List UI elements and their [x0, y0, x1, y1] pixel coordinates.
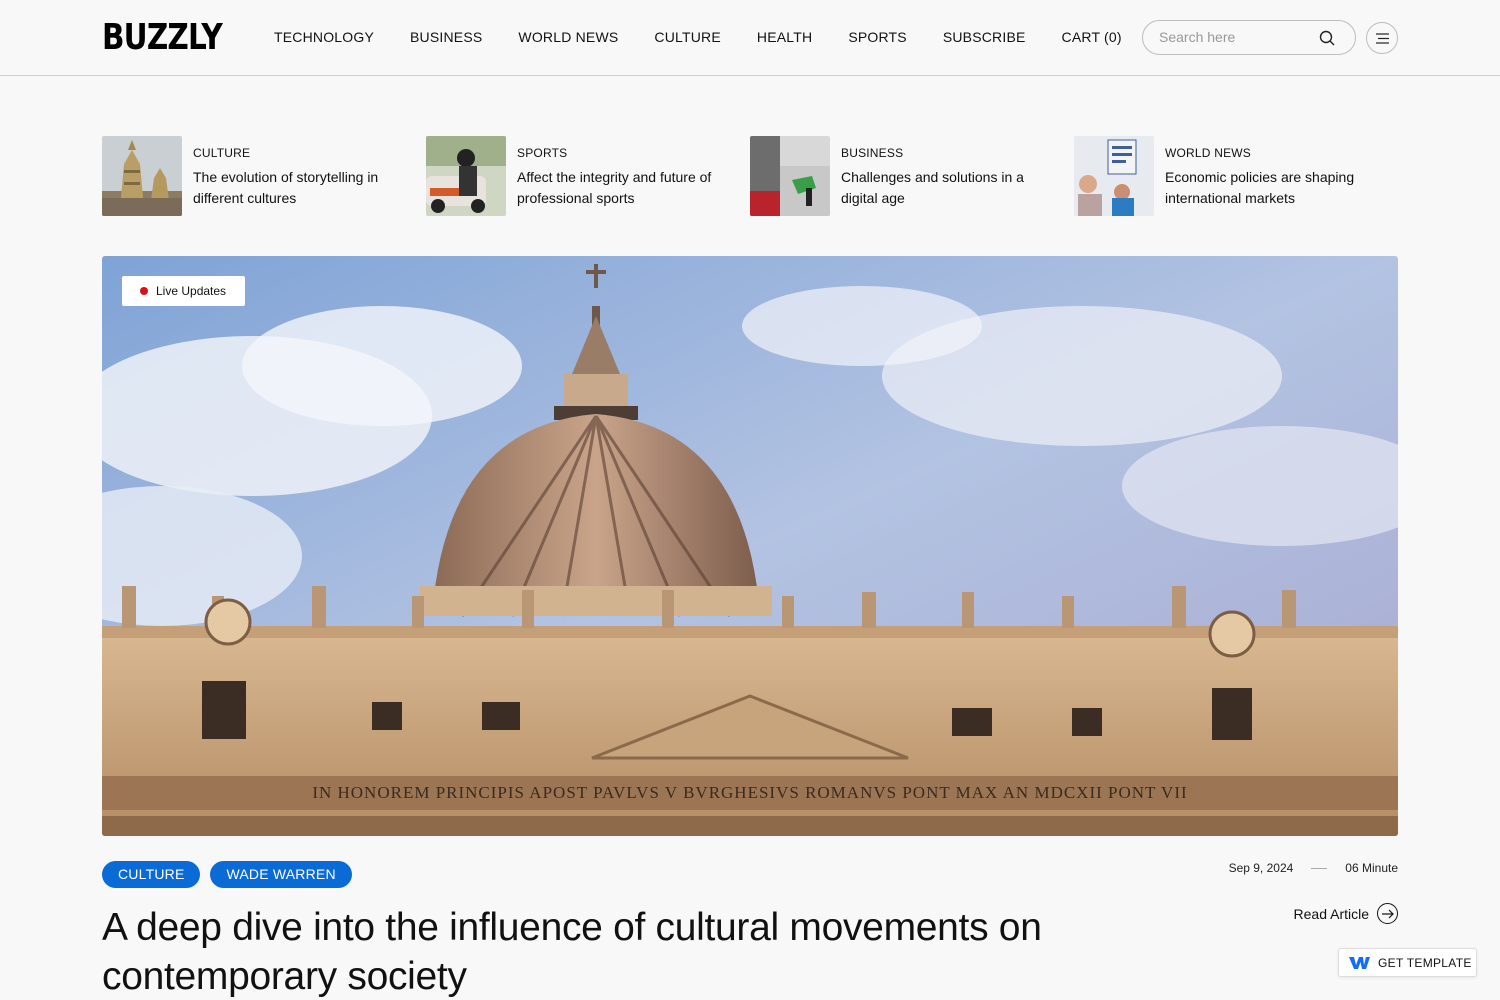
tag-author[interactable]: WADE WARREN — [210, 861, 352, 888]
story-card[interactable]: CULTURE The evolution of storytelling in… — [102, 136, 426, 216]
site-logo[interactable]: BUZZLY — [102, 18, 223, 58]
story-card[interactable]: BUSINESS Challenges and solutions in a d… — [750, 136, 1074, 216]
story-title[interactable]: Challenges and solutions in a digital ag… — [841, 167, 1041, 209]
story-title[interactable]: Affect the integrity and future of profe… — [517, 167, 717, 209]
article-read-time: 06 Minute — [1345, 861, 1398, 875]
basilica-dome-photo[interactable]: IN HONOREM PRINCIPIS APOST PAVLVS V BVRG… — [102, 256, 1398, 836]
arrow-right-icon — [1377, 903, 1398, 924]
nav-cart[interactable]: CART (0) — [1062, 28, 1122, 46]
nav-health[interactable]: HEALTH — [757, 28, 812, 46]
story-category[interactable]: BUSINESS — [841, 146, 1041, 160]
story-title[interactable]: Economic policies are shaping internatio… — [1165, 167, 1365, 209]
webflow-logo-icon — [1349, 956, 1370, 969]
live-updates-label: Live Updates — [156, 284, 227, 298]
story-category[interactable]: WORLD NEWS — [1165, 146, 1365, 160]
main-nav: TECHNOLOGY BUSINESS WORLD NEWS CULTURE H… — [274, 28, 1158, 46]
nav-technology[interactable]: TECHNOLOGY — [274, 28, 374, 46]
read-article-label: Read Article — [1293, 905, 1369, 922]
site-header: BUZZLY TECHNOLOGY BUSINESS WORLD NEWS CU… — [0, 0, 1500, 76]
article-tags: CULTURE WADE WARREN — [102, 861, 352, 888]
fuel-pump-photo[interactable] — [750, 136, 830, 216]
story-card[interactable]: WORLD NEWS Economic policies are shaping… — [1074, 136, 1398, 216]
nav-culture[interactable]: CULTURE — [654, 28, 720, 46]
live-updates-badge[interactable]: Live Updates — [122, 276, 245, 306]
menu-button[interactable] — [1366, 22, 1398, 54]
article-date: Sep 9, 2024 — [1228, 861, 1294, 875]
temple-photo[interactable] — [102, 136, 182, 216]
story-title[interactable]: The evolution of storytelling in differe… — [193, 167, 393, 209]
nav-business[interactable]: BUSINESS — [410, 28, 482, 46]
story-category[interactable]: SPORTS — [517, 146, 717, 160]
tag-culture[interactable]: CULTURE — [102, 861, 201, 888]
top-stories: CULTURE The evolution of storytelling in… — [102, 136, 1398, 216]
hero-inscription: IN HONOREM PRINCIPIS APOST PAVLVS V BVRG… — [312, 783, 1187, 802]
live-dot-icon — [140, 287, 148, 295]
meta-divider — [1311, 867, 1328, 869]
read-article-link[interactable]: Read Article — [1294, 903, 1398, 924]
get-template-label: GET TEMPLATE — [1378, 955, 1472, 970]
article-meta: Sep 9, 2024 06 Minute — [1229, 861, 1398, 875]
article-headline[interactable]: A deep dive into the influence of cultur… — [102, 903, 1102, 1000]
nav-sports[interactable]: SPORTS — [848, 28, 907, 46]
story-category[interactable]: CULTURE — [193, 146, 393, 160]
nav-subscribe[interactable]: SUBSCRIBE — [943, 28, 1026, 46]
motorsport-photo[interactable] — [426, 136, 506, 216]
nav-world-news[interactable]: WORLD NEWS — [518, 28, 618, 46]
search-icon[interactable] — [1319, 30, 1335, 46]
search-input[interactable] — [1159, 29, 1309, 45]
protest-photo[interactable] — [1074, 136, 1154, 216]
hamburger-menu-icon — [1376, 33, 1389, 44]
story-card[interactable]: SPORTS Affect the integrity and future o… — [426, 136, 750, 216]
get-template-button[interactable]: GET TEMPLATE — [1338, 948, 1477, 977]
search-box — [1142, 20, 1356, 55]
